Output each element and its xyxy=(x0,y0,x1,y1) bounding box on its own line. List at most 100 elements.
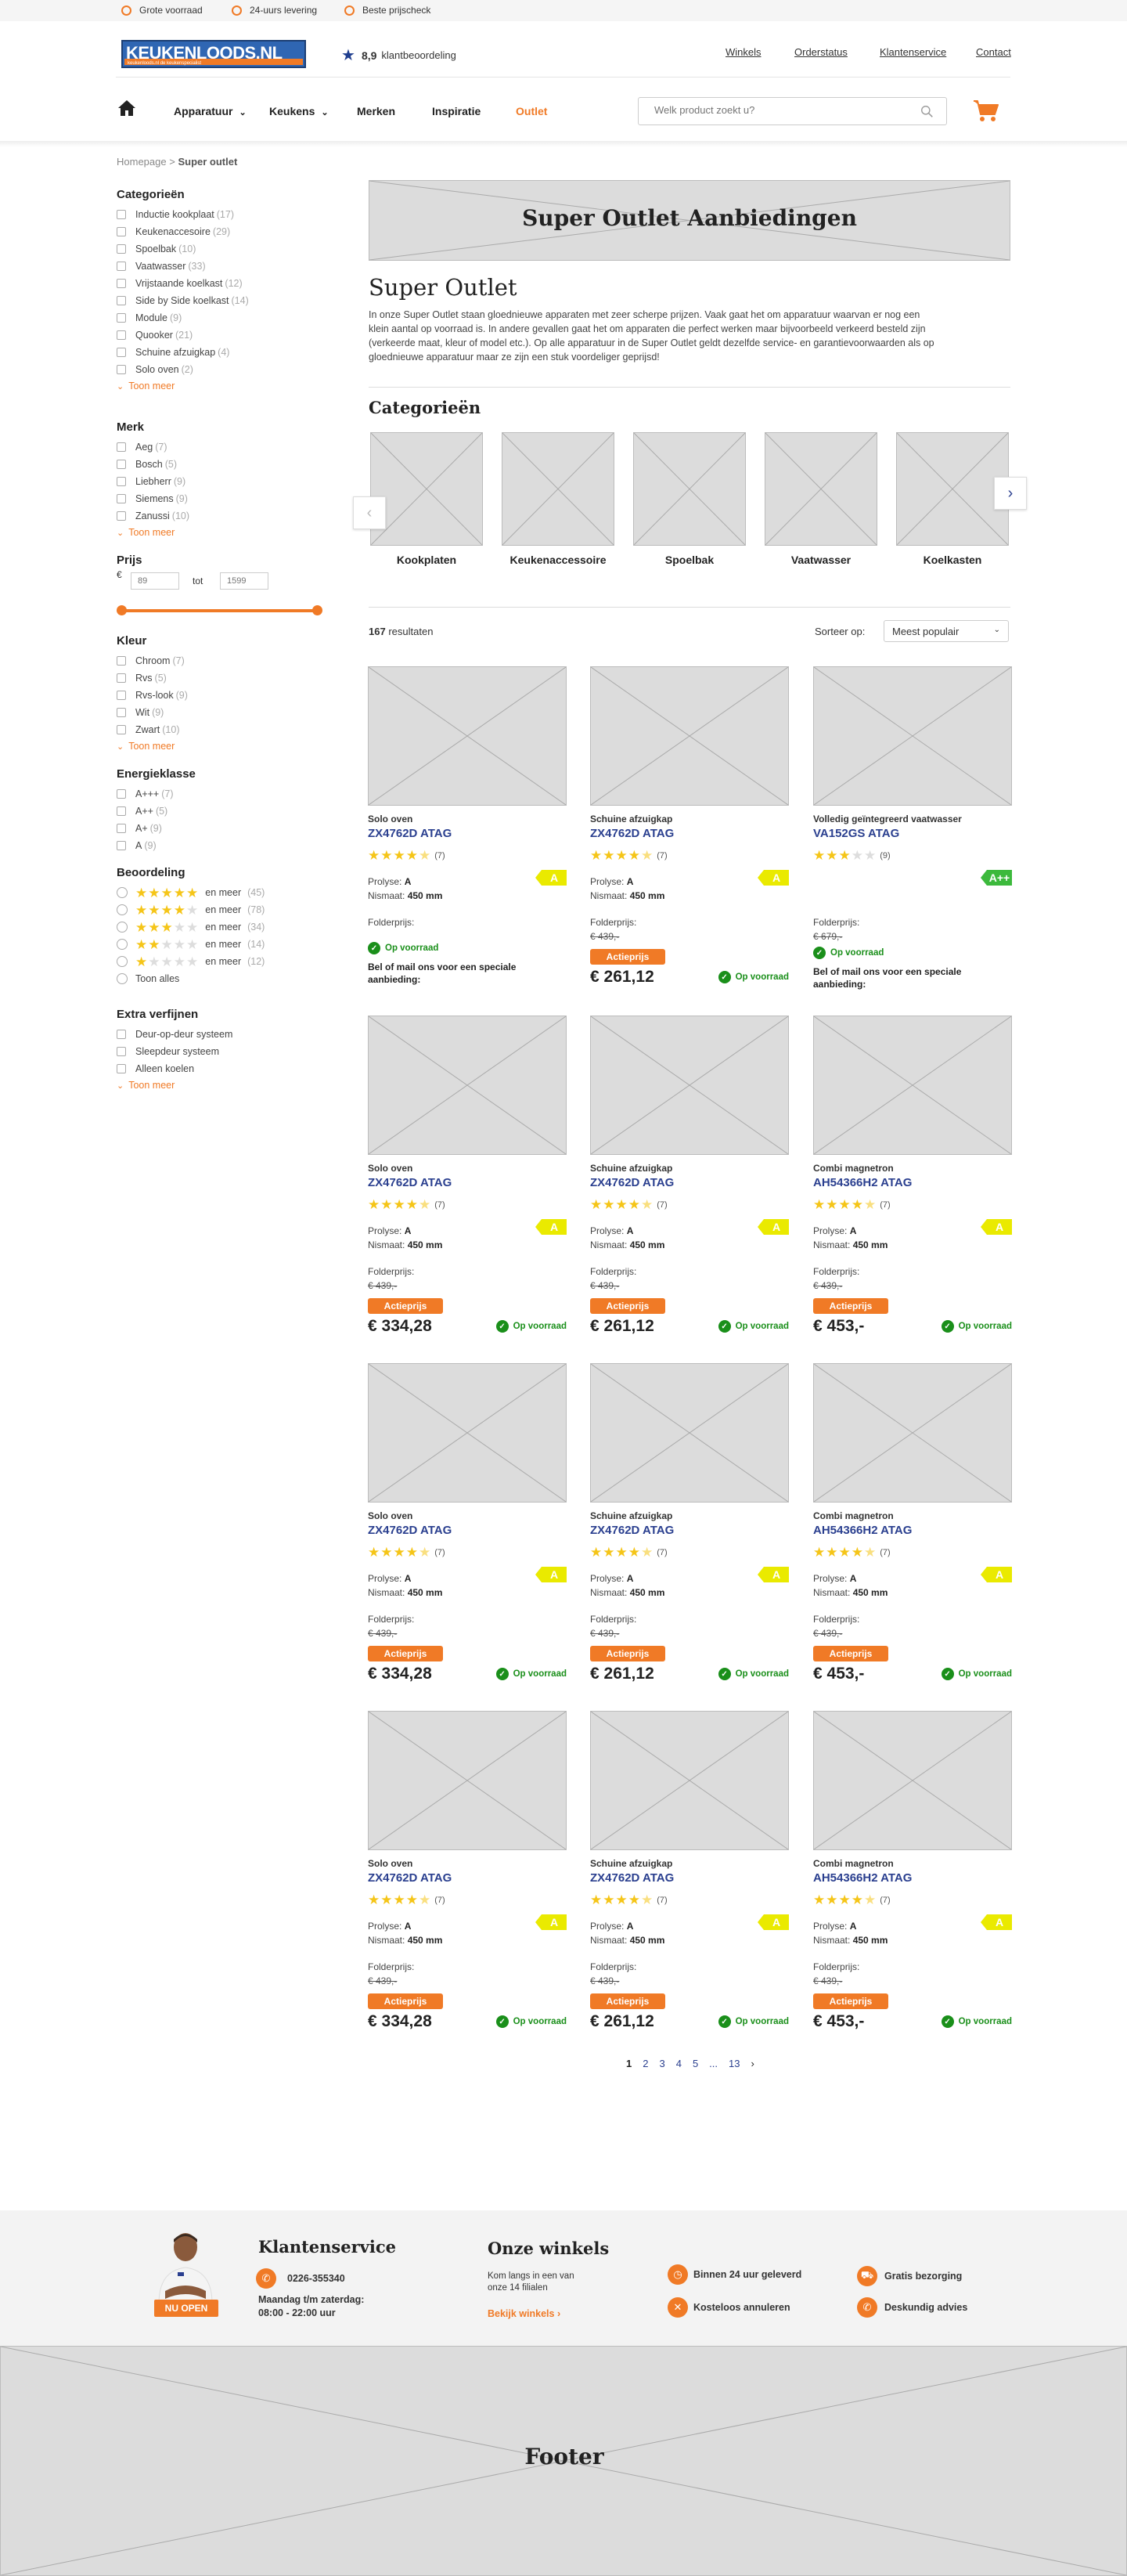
category-tile-label[interactable]: Keukenaccessoire xyxy=(502,554,614,566)
checkbox[interactable] xyxy=(117,1030,126,1039)
filter-option[interactable]: Spoelbak (10) xyxy=(117,240,336,258)
filter-option-rating[interactable]: ★ ★ ★ ★ ★ en meer (45) xyxy=(117,884,336,901)
filter-option[interactable]: Rvs-look (9) xyxy=(117,687,336,704)
carousel-next-button[interactable]: › xyxy=(994,477,1027,510)
pagination-page[interactable]: 4 xyxy=(676,2058,682,2069)
product-image[interactable] xyxy=(368,1016,567,1155)
filter-option[interactable]: Siemens (9) xyxy=(117,490,336,507)
category-tile-image[interactable] xyxy=(896,432,1009,546)
checkbox[interactable] xyxy=(117,1064,126,1073)
filter-option[interactable]: Schuine afzuigkap (4) xyxy=(117,344,336,361)
checkbox[interactable] xyxy=(117,477,126,486)
nav-merken[interactable]: Merken xyxy=(357,105,395,117)
price-max-input[interactable] xyxy=(220,572,268,590)
nav-outlet[interactable]: Outlet xyxy=(516,105,547,117)
price-min-input[interactable] xyxy=(131,572,179,590)
filter-option-rating[interactable]: ★ ★ ★ ★ ★ en meer (78) xyxy=(117,901,336,918)
filter-option[interactable]: Inductie kookplaat (17) xyxy=(117,206,336,223)
product-card[interactable]: Schuine afzuigkap ZX4762D ATAG ★ ★ ★ ★ ★ (7) Pro… xyxy=(590,1711,789,2055)
show-more-link[interactable]: ⌄ Toon meer xyxy=(117,1077,336,1093)
radio[interactable] xyxy=(117,904,128,915)
radio[interactable] xyxy=(117,973,128,984)
carousel-prev-button[interactable]: ‹ xyxy=(353,496,386,529)
checkbox[interactable] xyxy=(117,841,126,850)
checkbox[interactable] xyxy=(117,673,126,683)
checkbox[interactable] xyxy=(117,244,126,254)
checkbox[interactable] xyxy=(117,330,126,340)
product-name[interactable]: ZX4762D ATAG xyxy=(590,1524,674,1537)
product-image[interactable] xyxy=(368,666,567,806)
filter-option[interactable]: Sleepdeur systeem xyxy=(117,1043,336,1060)
product-name[interactable]: ZX4762D ATAG xyxy=(368,1524,452,1537)
category-tile-image[interactable] xyxy=(502,432,614,546)
pagination-page[interactable]: 5 xyxy=(693,2058,698,2069)
product-name[interactable]: ZX4762D ATAG xyxy=(368,1871,452,1885)
product-card[interactable]: Schuine afzuigkap ZX4762D ATAG ★ ★ ★ ★ ★ (7) Pro… xyxy=(590,1363,789,1708)
category-tile-label[interactable]: Spoelbak xyxy=(633,554,746,566)
checkbox[interactable] xyxy=(117,296,126,305)
checkbox[interactable] xyxy=(117,691,126,700)
product-image[interactable] xyxy=(813,1711,1012,1850)
filter-option-all[interactable]: Toon alles xyxy=(117,970,336,987)
filter-option[interactable]: Alleen koelen xyxy=(117,1060,336,1077)
checkbox[interactable] xyxy=(117,262,126,271)
product-image[interactable] xyxy=(368,1363,567,1503)
filter-option[interactable]: A++ (5) xyxy=(117,803,336,820)
product-name[interactable]: ZX4762D ATAG xyxy=(368,827,452,840)
filter-option[interactable]: Vrijstaande koelkast (12) xyxy=(117,275,336,292)
product-image[interactable] xyxy=(590,1016,789,1155)
home-icon[interactable] xyxy=(117,99,136,117)
product-image[interactable] xyxy=(813,666,1012,806)
product-card[interactable]: Solo oven ZX4762D ATAG ★ ★ ★ ★ ★ (7) Prolyse: AN… xyxy=(368,1363,567,1708)
filter-option[interactable]: Keukenaccesoire (29) xyxy=(117,223,336,240)
checkbox[interactable] xyxy=(117,725,126,734)
filter-option[interactable]: A (9) xyxy=(117,837,336,854)
radio[interactable] xyxy=(117,887,128,898)
checkbox[interactable] xyxy=(117,313,126,323)
filter-option-rating[interactable]: ★ ★ ★ ★ ★ en meer (14) xyxy=(117,936,336,953)
breadcrumb-home[interactable]: Homepage xyxy=(117,156,167,168)
category-tile-label[interactable]: Vaatwasser xyxy=(765,554,877,566)
product-name[interactable]: AH54366H2 ATAG xyxy=(813,1524,912,1537)
product-card[interactable]: Combi magnetron AH54366H2 ATAG ★ ★ ★ ★ ★ (7) Pro… xyxy=(813,1363,1012,1708)
filter-option-rating[interactable]: ★ ★ ★ ★ ★ en meer (34) xyxy=(117,918,336,936)
show-more-link[interactable]: ⌄ Toon meer xyxy=(117,525,336,540)
filter-option[interactable]: A+++ (7) xyxy=(117,785,336,803)
price-slider-handle-max[interactable] xyxy=(312,605,322,615)
cart-icon[interactable] xyxy=(973,99,999,122)
filter-option[interactable]: Deur-op-deur systeem xyxy=(117,1026,336,1043)
product-card[interactable]: Solo oven ZX4762D ATAG ★ ★ ★ ★ ★ (7) Prolyse: AN… xyxy=(368,666,567,1011)
checkbox[interactable] xyxy=(117,348,126,357)
filter-option[interactable]: Aeg (7) xyxy=(117,438,336,456)
filter-option-rating[interactable]: ★ ★ ★ ★ ★ en meer (12) xyxy=(117,953,336,970)
checkbox[interactable] xyxy=(117,708,126,717)
filter-option[interactable]: Liebherr (9) xyxy=(117,473,336,490)
filter-option[interactable]: Chroom (7) xyxy=(117,652,336,669)
product-card[interactable]: Schuine afzuigkap ZX4762D ATAG ★ ★ ★ ★ ★ (7) Pro… xyxy=(590,1016,789,1360)
product-card[interactable]: Volledig geïntegreerd vaatwasser VA152GS … xyxy=(813,666,1012,1011)
product-image[interactable] xyxy=(590,1711,789,1850)
checkbox[interactable] xyxy=(117,656,126,666)
pagination-page[interactable]: 1 xyxy=(626,2058,632,2069)
filter-option[interactable]: Module (9) xyxy=(117,309,336,327)
filter-option[interactable]: Solo oven (2) xyxy=(117,361,336,378)
filter-option[interactable]: Rvs (5) xyxy=(117,669,336,687)
show-more-link[interactable]: ⌄ Toon meer xyxy=(117,378,336,394)
checkbox[interactable] xyxy=(117,824,126,833)
product-image[interactable] xyxy=(813,1016,1012,1155)
radio[interactable] xyxy=(117,939,128,950)
filter-option[interactable]: Vaatwasser (33) xyxy=(117,258,336,275)
filter-option[interactable]: Bosch (5) xyxy=(117,456,336,473)
product-name[interactable]: ZX4762D ATAG xyxy=(590,1871,674,1885)
checkbox[interactable] xyxy=(117,460,126,469)
category-tile-label[interactable]: Kookplaten xyxy=(370,554,483,566)
site-logo[interactable]: KEUKENLOODS.NL keukenloods.nl de keukens… xyxy=(121,40,306,68)
product-name[interactable]: ZX4762D ATAG xyxy=(590,1176,674,1189)
product-name[interactable]: AH54366H2 ATAG xyxy=(813,1871,912,1885)
checkbox[interactable] xyxy=(117,511,126,521)
category-tile-image[interactable] xyxy=(765,432,877,546)
filter-option[interactable]: Zanussi (10) xyxy=(117,507,336,525)
radio[interactable] xyxy=(117,956,128,967)
product-card[interactable]: Schuine afzuigkap ZX4762D ATAG ★ ★ ★ ★ ★ (7) Pro… xyxy=(590,666,789,1011)
category-tile-image[interactable] xyxy=(370,432,483,546)
